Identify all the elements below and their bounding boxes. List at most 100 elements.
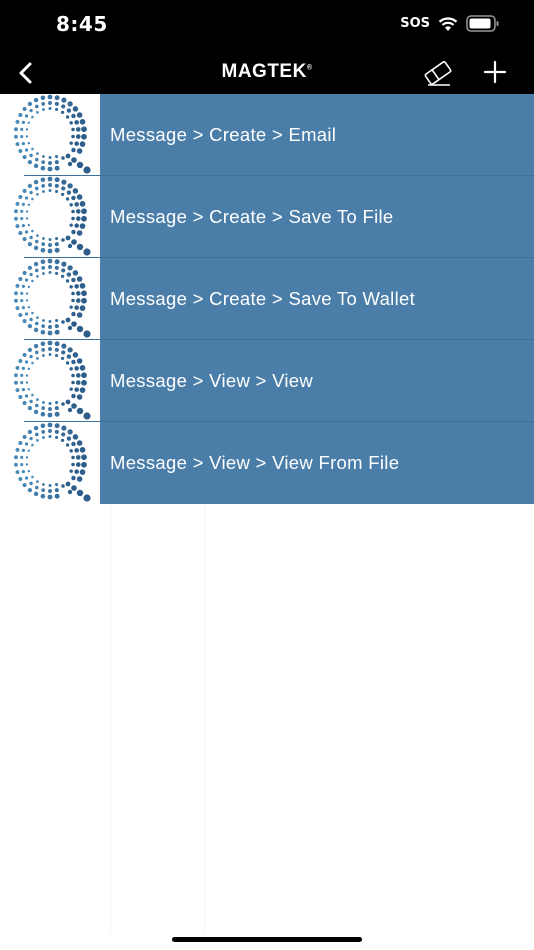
logo-dot	[27, 101, 33, 107]
logo-dot	[54, 411, 60, 417]
logo-tail-dot	[83, 248, 91, 256]
logo-dot	[27, 159, 33, 165]
logo-dot	[27, 121, 31, 125]
logo-dot	[18, 312, 23, 318]
logo-dot	[33, 327, 39, 333]
list-item-create-save-to-file[interactable]: Message > Create > Save To File	[0, 176, 534, 258]
logo-dot	[36, 480, 39, 483]
logo-dot	[22, 270, 27, 275]
logo-dot	[40, 411, 46, 417]
list-item-view-from-file[interactable]: Message > View > View From File	[0, 422, 534, 504]
logo-tail-dot	[76, 325, 84, 333]
add-button[interactable]	[480, 57, 510, 87]
logo-dot	[81, 126, 87, 133]
logo-dot	[33, 179, 39, 185]
logo-dot	[67, 101, 73, 107]
list-item-create-email[interactable]: Message > Create > Email	[0, 94, 534, 176]
logo-dot	[48, 407, 52, 411]
logo-dot	[27, 203, 31, 207]
logo-dot	[75, 380, 81, 385]
logo-dot	[15, 470, 20, 475]
logo-dot	[67, 265, 73, 271]
logo-dot	[25, 374, 29, 377]
logo-tail-dot	[65, 153, 71, 159]
logo-tail-dot	[61, 402, 65, 406]
logo-dot	[79, 283, 86, 289]
list-item-create-save-to-wallet[interactable]: Message > Create > Save To Wallet	[0, 258, 534, 340]
logo-dot	[34, 321, 39, 326]
logo-dot	[67, 347, 73, 353]
logo-dot	[41, 348, 46, 352]
clear-button[interactable]	[422, 57, 454, 89]
logo-dot	[75, 216, 81, 221]
logo-dot	[31, 393, 34, 397]
logo-dot	[14, 298, 18, 303]
logo-dot	[65, 443, 70, 447]
wifi-icon	[438, 16, 458, 31]
logo-dot	[41, 406, 46, 410]
logo-dot	[76, 358, 83, 364]
logo-dot	[24, 230, 29, 234]
logo-dot	[20, 381, 24, 385]
logo-dot	[25, 128, 29, 131]
logo-dot	[42, 401, 45, 404]
logo-dot	[54, 183, 59, 188]
logo-dot	[76, 476, 83, 482]
logo-dot	[18, 440, 23, 446]
logo-dot	[54, 95, 60, 101]
dotted-q-logo-icon	[14, 176, 91, 256]
list-item-label: Message > Create > Save To Wallet	[110, 288, 416, 309]
logo-dot	[60, 438, 65, 443]
logo-tail-dot	[76, 489, 84, 497]
logo-dot	[40, 493, 46, 499]
logo-dot	[25, 463, 29, 466]
logo-dot	[54, 101, 59, 106]
logo-dot	[74, 305, 79, 310]
logo-dot	[42, 436, 45, 439]
logo-dot	[40, 329, 46, 335]
logo-dot	[21, 448, 25, 452]
logo-dot	[34, 403, 39, 408]
logo-tail-dot	[61, 484, 65, 488]
logo-dot	[48, 402, 52, 405]
logo-dot	[27, 387, 31, 391]
dotted-q-logo-icon	[14, 422, 91, 502]
logo-tail-dot	[83, 330, 91, 338]
logo-tail-dot	[67, 325, 73, 331]
logo-dot	[54, 265, 59, 270]
logo-dot	[71, 134, 75, 139]
logo-dot	[54, 429, 59, 434]
logo-dot	[42, 190, 45, 193]
logo-dot	[27, 429, 33, 435]
logo-dot	[81, 454, 87, 461]
brand-name: MAGTEK	[221, 61, 307, 82]
logo-dot	[79, 305, 86, 311]
logo-dot	[60, 356, 65, 361]
logo-dot	[20, 463, 24, 467]
logo-dot	[67, 183, 73, 189]
logo-tail-dot	[76, 407, 84, 415]
list-item-label: Message > View > View	[110, 370, 314, 391]
logo-dot	[27, 469, 31, 473]
logo-dot	[47, 494, 53, 500]
logo-dot	[14, 380, 18, 385]
logo-dot	[74, 120, 79, 125]
home-indicator[interactable]	[172, 937, 362, 942]
logo-dot	[21, 120, 25, 124]
logo-tail-dot	[65, 235, 71, 241]
logo-dot	[22, 319, 27, 324]
logo-dot	[15, 447, 20, 452]
logo-dot	[31, 115, 34, 119]
list-item-thumbnail	[0, 258, 100, 340]
logo-dot	[15, 119, 20, 124]
list-item-view-view[interactable]: Message > View > View	[0, 340, 534, 422]
logo-dot	[71, 113, 76, 119]
logo-dot	[75, 298, 81, 303]
logo-dot	[33, 491, 39, 497]
logo-dot	[48, 271, 52, 274]
background-guide	[204, 504, 205, 934]
logo-dot	[61, 350, 66, 355]
logo-dot	[65, 279, 70, 283]
logo-dot	[31, 147, 34, 151]
logo-dot	[55, 189, 59, 194]
